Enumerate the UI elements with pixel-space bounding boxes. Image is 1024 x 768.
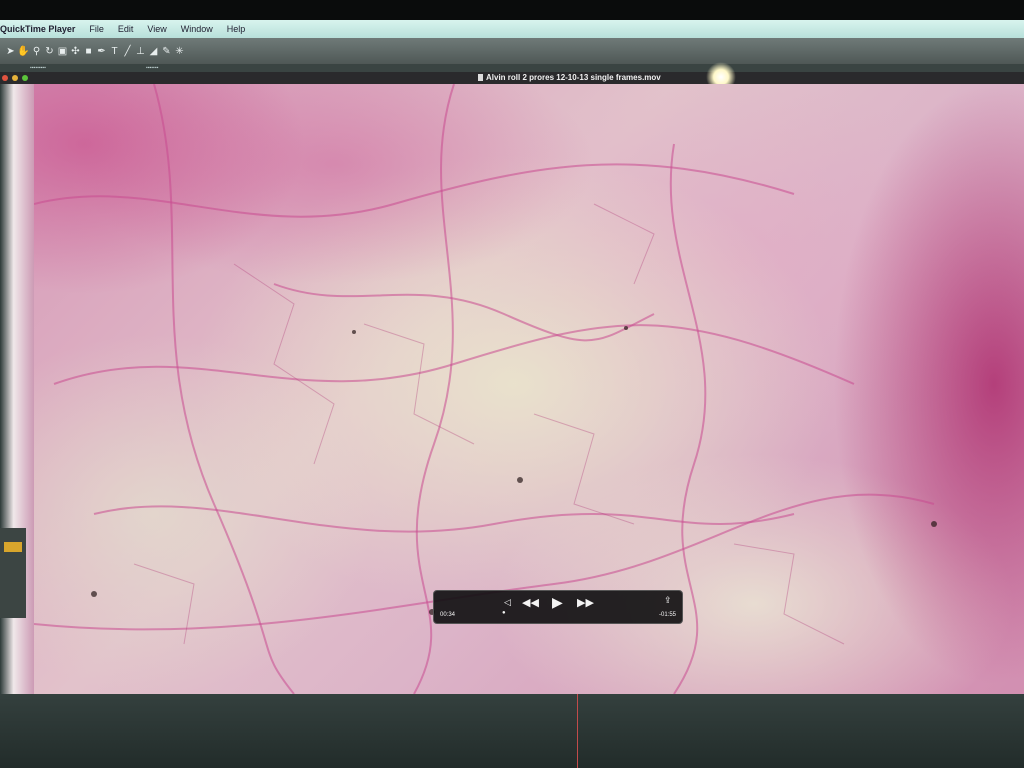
fast-forward-icon: ▶▶ [577, 597, 594, 609]
menu-file[interactable]: File [89, 24, 104, 34]
zoom-button[interactable] [22, 75, 28, 81]
monitor-bottom-area [0, 694, 1024, 768]
menu-bar: QuickTime Player File Edit View Window H… [0, 20, 1024, 38]
eraser-tool-icon[interactable]: ◢ [147, 46, 160, 57]
tab-project[interactable]: ▪▪▪▪▪▪▪▪▪ [30, 65, 46, 71]
play-button[interactable]: ▶ [552, 594, 563, 611]
menu-help[interactable]: Help [227, 24, 246, 34]
rotate-tool-icon[interactable]: ↻ [43, 46, 56, 57]
rewind-button[interactable]: ◀◀ [522, 596, 539, 609]
share-icon: ⇪ [664, 595, 672, 605]
playback-controls: ◁ ◀◀ ▶ ▶▶ ⇪ 00:34 ● -01:55 [433, 590, 683, 624]
rectangle-tool-icon[interactable]: ■ [82, 46, 95, 57]
panel-label-tag [4, 542, 22, 552]
minimize-button[interactable] [12, 75, 18, 81]
quicktime-video-window: Alvin roll 2 prores 12-10-13 single fram… [0, 62, 1024, 694]
menu-edit[interactable]: Edit [118, 24, 134, 34]
type-tool-icon[interactable]: T [108, 46, 121, 57]
brush-tool-icon[interactable]: ╱ [121, 46, 134, 57]
elapsed-time: 00:34 [440, 612, 456, 618]
app-menu[interactable]: QuickTime Player [0, 24, 75, 34]
pen-tool-icon[interactable]: ✒ [95, 46, 108, 57]
share-button[interactable]: ⇪ [664, 595, 672, 606]
menu-view[interactable]: View [147, 24, 166, 34]
camera-tool-icon[interactable]: ▣ [56, 46, 69, 57]
cable-line [577, 694, 578, 768]
background-app-toolbar: ➤ ✋ ⚲ ↻ ▣ ✣ ■ ✒ T ╱ ⊥ ◢ ✎ ✳ [0, 38, 1024, 64]
puppet-tool-icon[interactable]: ✳ [173, 46, 186, 57]
window-controls [2, 75, 32, 81]
play-icon: ▶ [552, 594, 563, 610]
screen-bezel [0, 0, 1024, 20]
rewind-icon: ◀◀ [522, 597, 539, 609]
window-title: Alvin roll 2 prores 12-10-13 single fram… [478, 73, 661, 82]
close-button[interactable] [2, 75, 8, 81]
roto-brush-tool-icon[interactable]: ✎ [160, 46, 173, 57]
clone-stamp-tool-icon[interactable]: ⊥ [134, 46, 147, 57]
background-app-tabs: ▪▪▪▪▪▪▪▪▪ ▪▪▪▪▪▪▪ [0, 64, 1024, 72]
scrubber-playhead[interactable]: ● [502, 610, 506, 616]
pan-behind-tool-icon[interactable]: ✣ [69, 46, 82, 57]
volume-icon[interactable]: ◁ [504, 597, 511, 608]
remaining-time: -01:55 [658, 612, 676, 618]
tab-composition[interactable]: ▪▪▪▪▪▪▪ [146, 65, 158, 71]
selection-tool-icon[interactable]: ➤ [4, 46, 17, 57]
window-titlebar[interactable]: Alvin roll 2 prores 12-10-13 single fram… [0, 72, 1024, 84]
fast-forward-button[interactable]: ▶▶ [577, 596, 594, 609]
movie-file-icon [478, 74, 483, 81]
menu-window[interactable]: Window [181, 24, 213, 34]
hand-tool-icon[interactable]: ✋ [17, 46, 30, 57]
background-app-panel [0, 528, 26, 618]
zoom-tool-icon[interactable]: ⚲ [30, 46, 43, 57]
window-title-text: Alvin roll 2 prores 12-10-13 single fram… [486, 73, 661, 82]
